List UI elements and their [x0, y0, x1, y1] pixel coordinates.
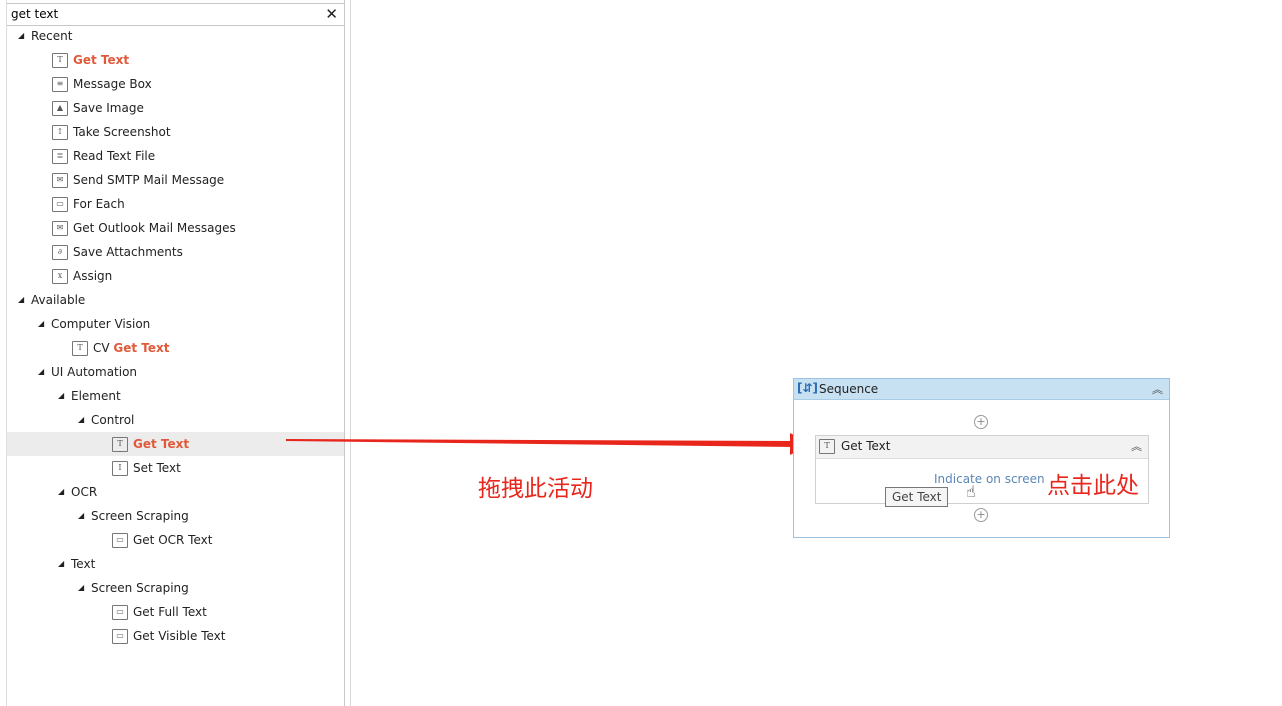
hand-cursor-icon: ☝ — [966, 482, 976, 501]
drag-arrow — [286, 433, 812, 455]
sequence-container[interactable]: [⇵] Sequence ︽ + T Get Text ︽ Indicate o… — [793, 378, 1170, 538]
indicate-on-screen-link[interactable]: Indicate on screen — [934, 472, 1045, 486]
sequence-header[interactable]: [⇵] Sequence ︽ — [794, 379, 1169, 400]
sequence-title: Sequence — [819, 382, 879, 396]
tooltip: Get Text — [885, 487, 949, 507]
collapse-icon[interactable]: ︽ — [1131, 438, 1142, 454]
activity-title: Get Text — [841, 439, 891, 453]
sequence-icon: [⇵] — [797, 381, 819, 395]
get-text-icon: T — [819, 439, 835, 454]
add-activity-icon[interactable]: + — [974, 508, 988, 522]
activity-header: T Get Text ︽ — [816, 436, 1148, 459]
add-activity-icon[interactable]: + — [974, 415, 988, 429]
click-annotation: 点击此处 — [1047, 473, 1139, 499]
drag-annotation: 拖拽此活动 — [478, 476, 593, 502]
collapse-icon[interactable]: ︽ — [1152, 381, 1163, 397]
